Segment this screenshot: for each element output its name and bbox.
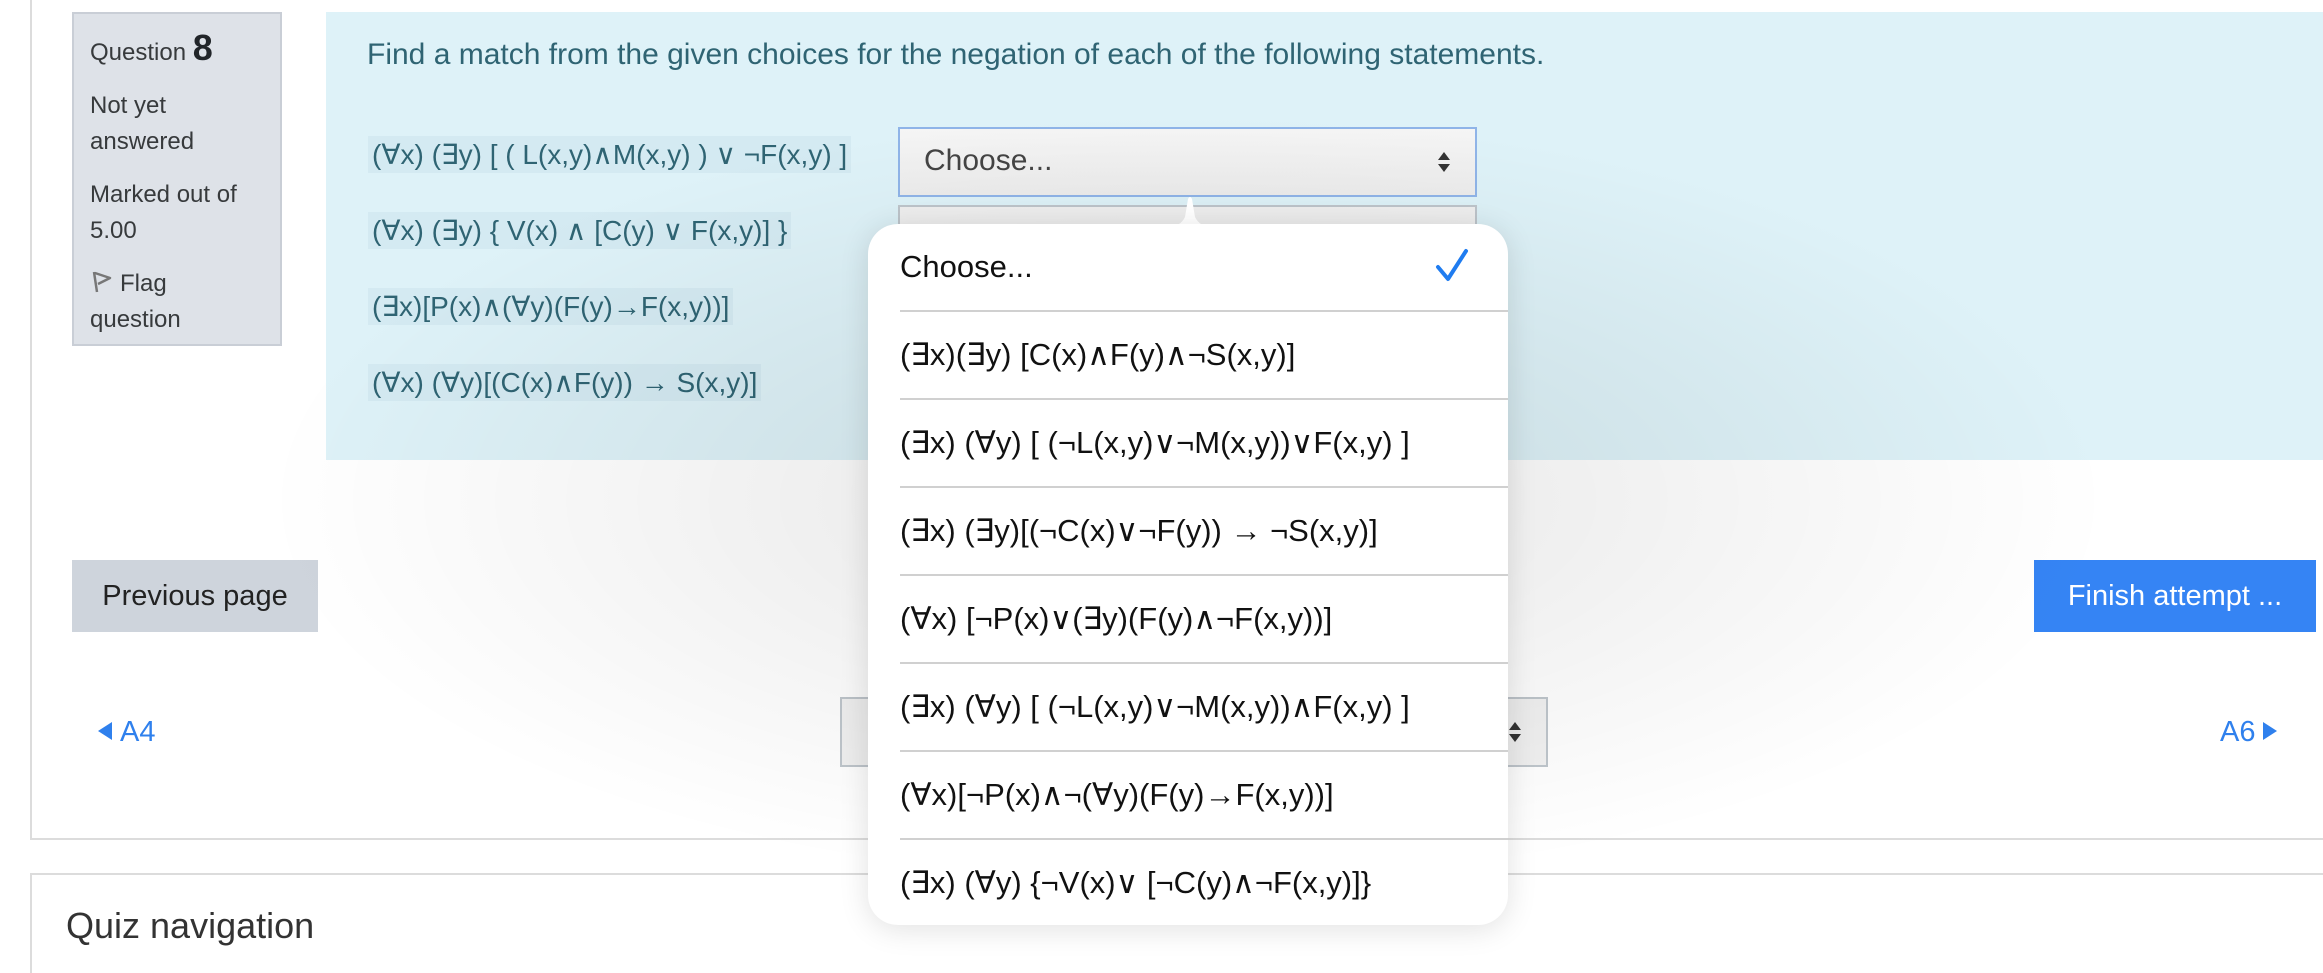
option-6[interactable]: (∀x)[¬P(x)∧¬(∀y)(F(y)→F(x,y))] [900, 752, 1508, 840]
finish-attempt-button[interactable]: Finish attempt ... [2034, 560, 2316, 632]
statement-2: (∀x) (∃y) { V(x) ∧ [C(y) ∨ F(x,y)] } [368, 212, 792, 249]
answer-select-1-value: Choose... [924, 144, 1053, 177]
select-arrows-icon [1438, 152, 1450, 172]
question-text: Find a match from the given choices for … [367, 38, 1545, 71]
question-info-panel: Question 8 Not yet answered Marked out o… [72, 12, 282, 346]
select-options-popover: Choose... (∃x)(∃y) [C(x)∧F(y)∧¬S(x,y)] (… [868, 224, 1508, 925]
quiz-navigation-title: Quiz navigation [66, 905, 315, 946]
option-5[interactable]: (∃x) (∀y) [ (¬L(x,y)∨¬M(x,y))∧F(x,y) ] [900, 664, 1508, 752]
question-status: Not yet answered [90, 92, 195, 155]
option-label: Choose... [900, 249, 1033, 284]
question-label: Question [90, 39, 187, 66]
select-arrows-icon [1509, 722, 1521, 742]
prev-activity-link[interactable]: A4 [98, 712, 155, 752]
next-activity-link[interactable]: A6 [2220, 712, 2278, 752]
popover-arrow [1168, 197, 1212, 227]
question-number: Question 8 [90, 30, 264, 71]
option-1[interactable]: (∃x)(∃y) [C(x)∧F(y)∧¬S(x,y)] [900, 312, 1508, 400]
next-activity-label[interactable]: A6 [2220, 716, 2255, 748]
statement-4: (∀x) (∀y)[(C(x)∧F(y)) → S(x,y)] [368, 364, 762, 401]
option-2[interactable]: (∃x) (∀y) [ (¬L(x,y)∨¬M(x,y))∨F(x,y) ] [900, 400, 1508, 488]
statement-3: (∃x)[P(x)∧(∀y)(F(y)→F(x,y))] [368, 288, 734, 325]
checkmark-icon [1436, 249, 1468, 281]
flag-question-link[interactable]: Flag question [90, 266, 264, 338]
option-7[interactable]: (∃x) (∀y) {¬V(x)∨ [¬C(y)∧¬F(x,y)]} [900, 840, 1508, 925]
flag-icon[interactable] [90, 270, 114, 294]
triangle-right-icon [2263, 722, 2278, 740]
answer-select-1[interactable]: Choose... [898, 127, 1477, 197]
triangle-left-icon [98, 722, 112, 740]
previous-page-button[interactable]: Previous page [72, 560, 318, 632]
marked-label: Marked out of [90, 181, 237, 208]
prev-activity-label[interactable]: A4 [120, 716, 155, 748]
question-marks: Marked out of 5.00 [90, 177, 264, 249]
statement-1: (∀x) (∃y) [ ( L(x,y)∧M(x,y) ) ∨ ¬F(x,y) … [368, 136, 852, 173]
option-4[interactable]: (∀x) [¬P(x)∨(∃y)(F(y)∧¬F(x,y))] [900, 576, 1508, 664]
option-choose[interactable]: Choose... [900, 224, 1508, 312]
option-3[interactable]: (∃x) (∃y)[(¬C(x)∨¬F(y)) → ¬S(x,y)] [900, 488, 1508, 576]
question-number-value: 8 [192, 27, 213, 68]
marks-value: 5.00 [90, 217, 137, 244]
